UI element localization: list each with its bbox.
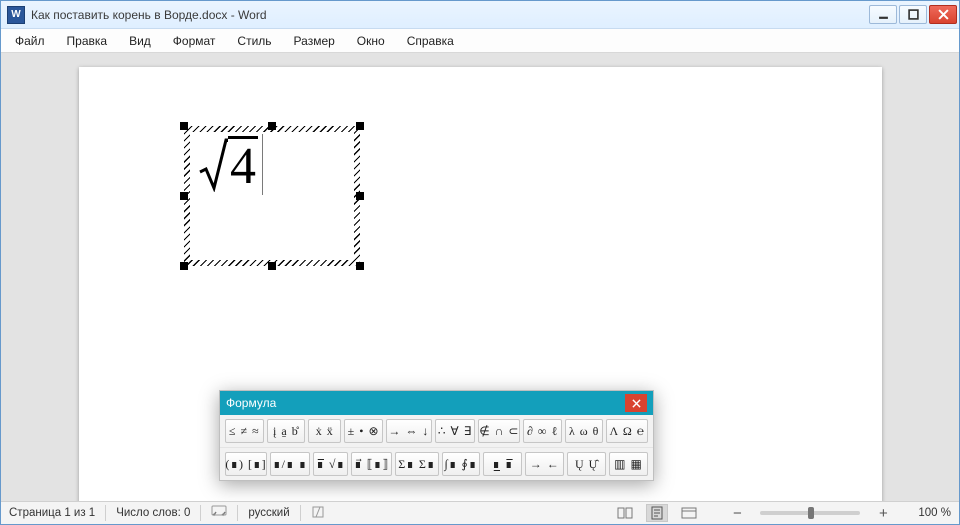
formula-btn-labeled[interactable]: → ← xyxy=(525,452,564,476)
zoom-in-button[interactable]: + xyxy=(876,505,890,522)
menu-style[interactable]: Стиль xyxy=(227,31,281,51)
formula-toolbar-close-button[interactable] xyxy=(625,394,647,412)
formula-btn-relational[interactable]: ≤ ≠ ≈ xyxy=(225,419,264,443)
separator xyxy=(200,505,201,521)
window-title: Как поставить корень в Ворде.docx - Word xyxy=(31,8,869,22)
formula-btn-fractions[interactable]: ∎/∎ ∎ xyxy=(270,452,310,476)
formula-btn-greek-upper[interactable]: Λ Ω ℮ xyxy=(606,419,648,443)
status-language[interactable]: русский xyxy=(248,507,289,519)
formula-btn-greek-lower[interactable]: λ ω θ xyxy=(565,419,604,443)
status-page-info[interactable]: Страница 1 из 1 xyxy=(9,507,95,519)
resize-handle-nw[interactable] xyxy=(180,122,188,130)
menu-window[interactable]: Окно xyxy=(347,31,395,51)
status-word-count-value: 0 xyxy=(184,507,190,519)
formula-btn-products[interactable]: Ų Ų̂ xyxy=(567,452,606,476)
minimize-button[interactable] xyxy=(869,5,897,24)
formula-btn-misc[interactable]: ∂ ∞ ℓ xyxy=(523,419,562,443)
resize-handle-e[interactable] xyxy=(356,192,364,200)
formula-btn-logical[interactable]: ∴ ∀ ∃ xyxy=(435,419,475,443)
menu-file[interactable]: Файл xyxy=(5,31,55,51)
resize-handle-w[interactable] xyxy=(180,192,188,200)
zoom-level[interactable]: 100 % xyxy=(918,507,951,519)
close-button[interactable] xyxy=(929,5,957,24)
resize-handle-ne[interactable] xyxy=(356,122,364,130)
resize-handle-se[interactable] xyxy=(356,262,364,270)
status-word-count-label: Число слов: xyxy=(116,507,181,519)
formula-btn-bars[interactable]: ∎̲ ∎̅ xyxy=(483,452,522,476)
selection-border: 4 xyxy=(184,126,360,266)
separator xyxy=(105,505,106,521)
maximize-button[interactable] xyxy=(899,5,927,24)
zoom-slider[interactable] xyxy=(760,511,860,515)
formula-btn-set[interactable]: ∉ ∩ ⊂ xyxy=(478,419,520,443)
spellcheck-icon[interactable] xyxy=(211,505,227,522)
radicand-value[interactable]: 4 xyxy=(228,138,258,195)
titlebar[interactable]: W Как поставить корень в Ворде.docx - Wo… xyxy=(1,1,959,29)
menubar: Файл Правка Вид Формат Стиль Размер Окно… xyxy=(1,29,959,53)
track-changes-icon[interactable] xyxy=(311,505,327,522)
statusbar: Страница 1 из 1 Число слов: 0 русский − … xyxy=(1,501,959,524)
menu-help[interactable]: Справка xyxy=(397,31,464,51)
app-window: W Как поставить корень в Ворде.docx - Wo… xyxy=(0,0,960,525)
formula-btn-scripts[interactable]: ∎⃗ ⟦∎⟧ xyxy=(351,452,392,476)
app-icon: W xyxy=(7,6,25,24)
menu-size[interactable]: Размер xyxy=(284,31,345,51)
formula-toolbar[interactable]: Формула ≤ ≠ ≈ į a̱ b̊ ẋ ẍ ± • ⊗ → ⇔ ↓ ∴ … xyxy=(219,390,654,481)
menu-view[interactable]: Вид xyxy=(119,31,161,51)
menu-edit[interactable]: Правка xyxy=(57,31,118,51)
formula-btn-matrices[interactable]: ▥ ▦ xyxy=(609,452,648,476)
document-area[interactable]: 4 Формула xyxy=(1,53,959,501)
sqrt-expression[interactable]: 4 xyxy=(198,134,263,195)
formula-btn-radicals[interactable]: ∎̅ √∎ xyxy=(313,452,348,476)
formula-btn-integrals[interactable]: ∫∎ ∮∎ xyxy=(442,452,481,476)
view-web-button[interactable] xyxy=(678,504,700,522)
formula-toolbar-row2: (∎) [∎] ∎/∎ ∎ ∎̅ √∎ ∎⃗ ⟦∎⟧ Σ∎ Σ∎ ∫∎ ∮∎ ∎… xyxy=(220,448,653,480)
formula-toolbar-header[interactable]: Формула xyxy=(220,391,653,415)
window-controls xyxy=(869,5,957,24)
radical-icon xyxy=(198,136,228,192)
formula-canvas[interactable]: 4 xyxy=(190,132,354,260)
resize-handle-n[interactable] xyxy=(268,122,276,130)
resize-handle-sw[interactable] xyxy=(180,262,188,270)
formula-btn-embellish[interactable]: į a̱ b̊ xyxy=(267,419,306,443)
formula-object[interactable]: 4 xyxy=(184,126,360,266)
separator xyxy=(300,505,301,521)
formula-toolbar-title: Формула xyxy=(226,396,625,410)
formula-btn-fences[interactable]: (∎) [∎] xyxy=(225,452,267,476)
formula-btn-operators[interactable]: ± • ⊗ xyxy=(344,419,383,443)
separator xyxy=(237,505,238,521)
view-read-button[interactable] xyxy=(614,504,636,522)
formula-toolbar-row1: ≤ ≠ ≈ į a̱ b̊ ẋ ẍ ± • ⊗ → ⇔ ↓ ∴ ∀ ∃ ∉ ∩ … xyxy=(220,415,653,448)
resize-handle-s[interactable] xyxy=(268,262,276,270)
menu-format[interactable]: Формат xyxy=(163,31,226,51)
view-print-button[interactable] xyxy=(646,504,668,522)
formula-btn-primes[interactable]: ẋ ẍ xyxy=(308,419,341,443)
zoom-out-button[interactable]: − xyxy=(730,505,744,522)
formula-btn-arrows[interactable]: → ⇔ ↓ xyxy=(386,419,432,443)
zoom-thumb[interactable] xyxy=(808,507,814,519)
formula-btn-sums[interactable]: Σ∎ Σ∎ xyxy=(395,452,438,476)
status-word-count[interactable]: Число слов: 0 xyxy=(116,507,190,519)
